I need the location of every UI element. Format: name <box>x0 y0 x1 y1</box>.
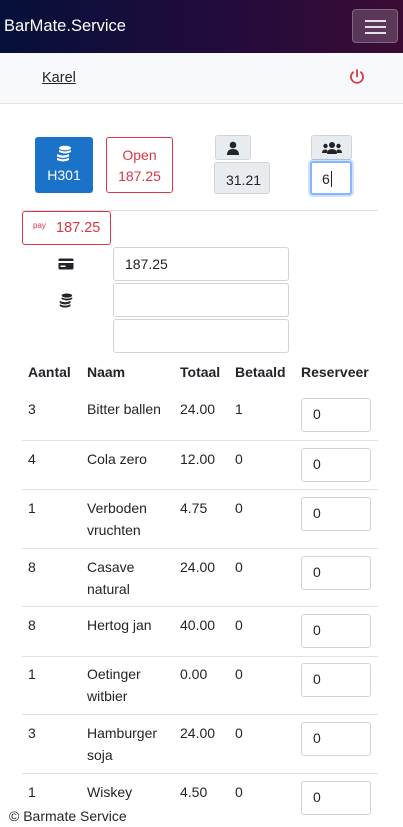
cell-totaal: 24.00 <box>180 559 216 575</box>
users-icon <box>322 142 342 154</box>
reserveer-input[interactable]: 0 <box>301 614 371 648</box>
row-divider <box>22 714 378 715</box>
cell-aantal: 1 <box>28 500 36 516</box>
header-reserveer: Reserveer <box>301 364 369 380</box>
row-divider <box>22 489 378 490</box>
reserveer-input[interactable]: 0 <box>301 398 371 432</box>
header-naam: Naam <box>87 364 126 380</box>
cell-naam: Verboden <box>87 500 147 516</box>
guests-button[interactable] <box>311 135 352 160</box>
pay-amount: 187.25 <box>56 220 101 236</box>
cell-totaal: 24.00 <box>180 401 216 417</box>
cell-totaal: 4.50 <box>180 784 208 800</box>
cell-betaald: 0 <box>235 451 243 467</box>
cell-aantal: 8 <box>28 617 36 633</box>
reserveer-input[interactable]: 0 <box>301 722 371 756</box>
pay-button[interactable]: pay 187.25 <box>22 211 111 245</box>
coins-icon <box>57 145 71 162</box>
cash-coins-icon <box>59 293 73 308</box>
hamburger-icon-line <box>365 32 386 34</box>
cell-aantal: 1 <box>28 666 36 682</box>
cell-totaal: 4.75 <box>180 500 208 516</box>
pay-icon: pay <box>33 221 46 230</box>
row-divider <box>22 548 378 549</box>
reserveer-input[interactable]: 0 <box>301 448 371 482</box>
menu-toggle-button[interactable] <box>352 9 398 43</box>
power-icon[interactable] <box>348 68 366 86</box>
cell-naam: Wiskey <box>87 784 133 800</box>
hamburger-icon-line <box>365 26 386 28</box>
user-bar: Karel <box>0 53 403 104</box>
header-totaal: Totaal <box>180 364 221 380</box>
user-icon <box>227 141 239 155</box>
text-cursor <box>331 171 332 187</box>
row-divider <box>22 440 378 441</box>
cell-aantal: 3 <box>28 401 36 417</box>
card-amount-value: 187.25 <box>125 256 168 272</box>
user-link[interactable]: Karel <box>42 70 76 86</box>
cell-totaal: 12.00 <box>180 451 216 467</box>
cash-amount-input[interactable] <box>113 283 289 317</box>
cell-aantal: 4 <box>28 451 36 467</box>
credit-card-icon <box>58 258 74 270</box>
cell-naam-line2: witbier <box>87 688 128 704</box>
row-divider <box>22 656 378 657</box>
header-aantal: Aantal <box>28 364 71 380</box>
cell-naam: Cola zero <box>87 451 147 467</box>
cell-naam: Oetinger <box>87 666 141 682</box>
row-divider <box>22 606 378 607</box>
person-amount-value: 31.21 <box>226 172 262 188</box>
cell-betaald: 0 <box>235 500 243 516</box>
guests-input[interactable]: 6 <box>310 161 352 195</box>
person-button[interactable] <box>215 135 251 160</box>
hamburger-icon <box>365 20 386 22</box>
cell-totaal: 0.00 <box>180 666 208 682</box>
reserveer-input[interactable]: 0 <box>301 663 371 697</box>
person-amount: 31.21 <box>214 162 270 194</box>
cell-totaal: 40.00 <box>180 617 216 633</box>
cell-betaald: 0 <box>235 666 243 682</box>
open-amount-button[interactable]: Open 187.25 <box>106 137 173 193</box>
cell-naam-line2: soja <box>87 747 113 763</box>
open-label: Open <box>122 147 157 163</box>
cell-betaald: 0 <box>235 784 243 800</box>
header-betaald: Betaald <box>235 364 286 380</box>
table-button[interactable]: H301 <box>35 137 93 193</box>
extra-amount-input[interactable] <box>113 319 289 353</box>
cell-betaald: 0 <box>235 617 243 633</box>
navbar: BarMate.Service <box>0 0 403 53</box>
cell-betaald: 0 <box>235 725 243 741</box>
guests-value: 6 <box>322 171 330 187</box>
cell-naam: Bitter ballen <box>87 401 161 417</box>
cell-aantal: 3 <box>28 725 36 741</box>
cell-naam: Hamburger <box>87 725 158 741</box>
open-amount: 187.25 <box>118 168 161 184</box>
cell-naam-line2: natural <box>87 581 130 597</box>
cell-naam: Casave <box>87 559 135 575</box>
cell-betaald: 1 <box>235 401 243 417</box>
cell-aantal: 8 <box>28 559 36 575</box>
footer: © Barmate Service <box>9 808 133 824</box>
reserveer-input[interactable]: 0 <box>301 497 371 531</box>
cell-naam-line2: vruchten <box>87 522 141 538</box>
cell-naam: Hertog jan <box>87 617 152 633</box>
reserveer-input[interactable]: 0 <box>301 556 371 590</box>
brand[interactable]: BarMate.Service <box>4 17 126 36</box>
cell-aantal: 1 <box>28 784 36 800</box>
row-divider <box>22 773 378 774</box>
cell-totaal: 24.00 <box>180 725 216 741</box>
reserveer-input[interactable]: 0 <box>301 781 371 815</box>
cell-betaald: 0 <box>235 559 243 575</box>
table-number: H301 <box>47 167 81 183</box>
card-amount-input[interactable]: 187.25 <box>113 247 289 281</box>
